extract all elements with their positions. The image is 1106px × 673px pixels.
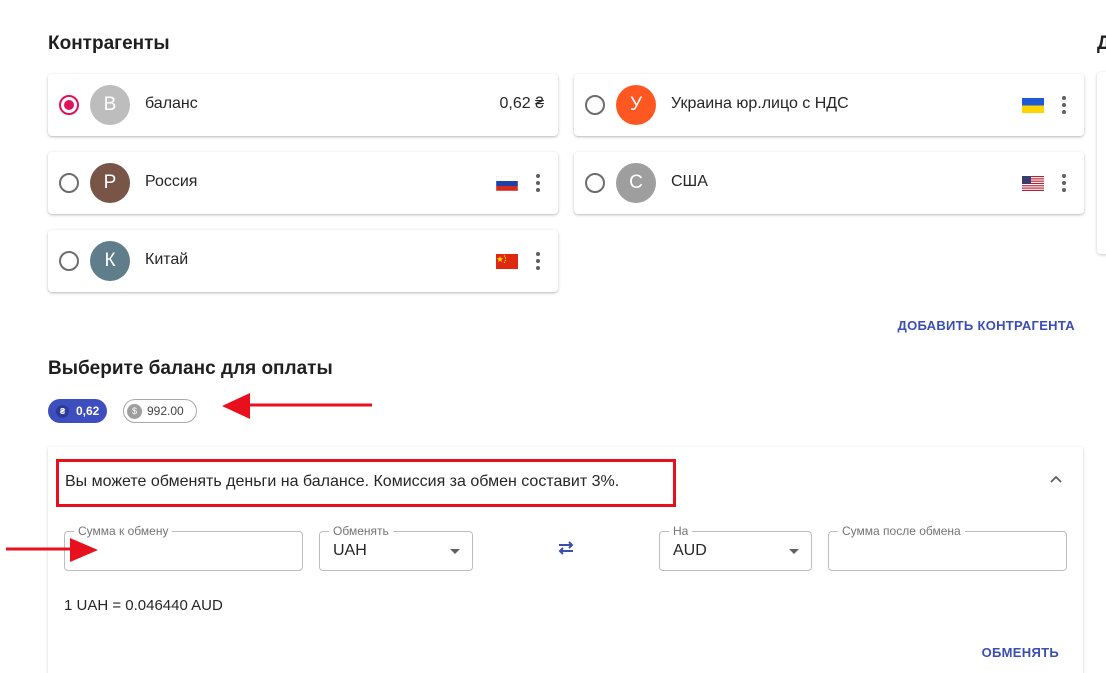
add-counterparty-button[interactable]: ДОБАВИТЬ КОНТРАГЕНТА [898, 318, 1075, 333]
side-panel-title: Д [1097, 33, 1106, 54]
field-label: Сумма к обмену [74, 524, 173, 538]
avatar: У [616, 85, 656, 125]
avatar: К [90, 241, 130, 281]
exchange-panel: Вы можете обменять деньги на балансе. Ко… [48, 447, 1083, 673]
more-vert-icon[interactable] [1056, 94, 1072, 116]
chip-label: 992.00 [147, 404, 184, 418]
radio-icon[interactable] [59, 251, 79, 271]
hryvnia-coin-icon: ₴ [56, 404, 69, 418]
counterparty-name: Китай [145, 251, 189, 268]
counterparty-balance: 0,62 ₴ [499, 95, 544, 112]
chevron-up-icon[interactable] [1049, 472, 1063, 486]
arrow-drop-down-icon [450, 549, 460, 554]
exchange-notice: Вы можете обменять деньги на балансе. Ко… [56, 459, 676, 507]
annotation-arrow-icon [222, 393, 372, 419]
result-amount-input[interactable]: Сумма после обмена [828, 524, 1067, 571]
radio-selected-icon[interactable] [59, 95, 79, 115]
side-panel-card [1097, 72, 1106, 254]
more-vert-icon[interactable] [1056, 172, 1072, 194]
avatar: B [90, 85, 130, 125]
field-value: UAH [333, 542, 367, 559]
chip-label: 0,62 [76, 404, 100, 418]
usa-flag-icon [1022, 176, 1044, 191]
to-currency-select[interactable]: На AUD [659, 524, 812, 571]
counterparty-name: Украина юр.лицо с НДС [671, 95, 849, 112]
counterparty-name: баланс [145, 95, 198, 112]
counterparty-card-china[interactable]: К Китай [48, 230, 558, 292]
balance-chip-usd[interactable]: $ 992.00 [123, 399, 197, 423]
exchange-rate: 1 UAH = 0.046440 AUD [64, 597, 223, 614]
radio-icon[interactable] [585, 95, 605, 115]
counterparty-name: Россия [145, 173, 198, 190]
balance-chip-uah[interactable]: ₴ 0,62 [48, 399, 107, 423]
counterparty-card-usa[interactable]: С США [574, 152, 1084, 214]
radio-icon[interactable] [585, 173, 605, 193]
counterparty-card-russia[interactable]: Р Россия [48, 152, 558, 214]
dollar-coin-icon: $ [127, 403, 142, 419]
arrow-drop-down-icon [789, 549, 799, 554]
from-currency-select[interactable]: Обменять UAH [319, 524, 473, 571]
counterparty-card-balance[interactable]: B баланс 0,62 ₴ [48, 74, 558, 136]
avatar: С [616, 163, 656, 203]
radio-icon[interactable] [59, 173, 79, 193]
annotation-arrow-icon [6, 538, 98, 562]
field-label: Обменять [329, 524, 393, 538]
field-label: На [669, 524, 693, 538]
china-flag-icon [496, 254, 518, 269]
counterparty-name: США [671, 173, 708, 190]
more-vert-icon[interactable] [530, 172, 546, 194]
avatar: Р [90, 163, 130, 203]
balance-title: Выберите баланс для оплаты [48, 358, 333, 379]
field-value: AUD [673, 542, 707, 559]
field-label: Сумма после обмена [838, 524, 965, 538]
exchange-button[interactable]: ОБМЕНЯТЬ [982, 645, 1059, 660]
more-vert-icon[interactable] [530, 250, 546, 272]
counterparty-card-ukraine[interactable]: У Украина юр.лицо с НДС [574, 74, 1084, 136]
counterparties-title: Контрагенты [48, 33, 170, 54]
ukraine-flag-icon [1022, 98, 1044, 113]
russia-flag-icon [496, 176, 518, 191]
swap-icon[interactable] [556, 539, 576, 557]
